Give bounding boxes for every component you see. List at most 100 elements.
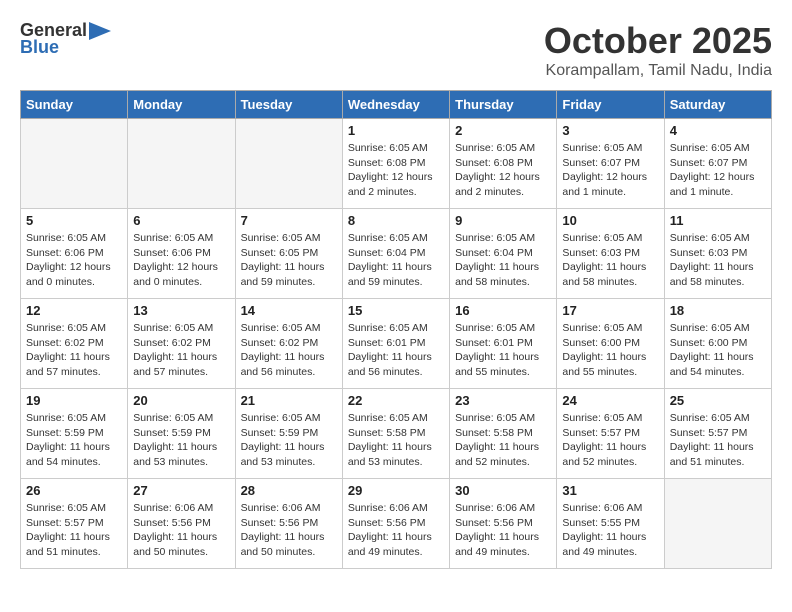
calendar-week-row: 26Sunrise: 6:05 AMSunset: 5:57 PMDayligh…	[21, 479, 772, 569]
day-detail: Sunrise: 6:05 AMSunset: 6:01 PMDaylight:…	[348, 321, 444, 380]
calendar-week-row: 19 Sunrise: 6:05 AMSunset: 5:59 PMDayligh…	[21, 389, 772, 479]
col-saturday: Saturday	[664, 91, 771, 119]
day-number: 23	[455, 393, 551, 408]
calendar-subtitle: Korampallam, Tamil Nadu, India	[544, 62, 772, 80]
table-row: 19Sunrise: 6:05 AMSunset: 5:59 PMDayligh…	[21, 389, 128, 479]
table-row: 25 Sunrise: 6:05 AMSunset: 5:57 PMDayligh…	[664, 389, 771, 479]
day-detail: Sunrise: 6:05 AMSunset: 6:08 PMDaylight:…	[455, 141, 551, 200]
day-detail: Sunrise: 6:05 AMSunset: 6:02 PMDaylight:…	[241, 321, 337, 380]
col-thursday: Thursday	[450, 91, 557, 119]
table-row: 30 Sunrise: 6:06 AMSunset: 5:56 PMDayligh…	[450, 479, 557, 569]
table-row: 24Sunrise: 6:05 AMSunset: 5:57 PMDayligh…	[557, 389, 664, 479]
table-row: 8 Sunrise: 6:05 AMSunset: 6:04 PMDaylight…	[342, 209, 449, 299]
title-block: October 2025 Korampallam, Tamil Nadu, In…	[544, 20, 772, 80]
calendar-title: October 2025	[544, 20, 772, 62]
table-row: 23 Sunrise: 6:05 AMSunset: 5:58 PMDayligh…	[450, 389, 557, 479]
table-row: 7 Sunrise: 6:05 AMSunset: 6:05 PMDaylight…	[235, 209, 342, 299]
day-number: 13	[133, 303, 229, 318]
calendar-week-row: 5Sunrise: 6:05 AMSunset: 6:06 PMDaylight…	[21, 209, 772, 299]
day-detail: Sunrise: 6:05 AMSunset: 6:00 PMDaylight:…	[562, 321, 658, 380]
day-number: 28	[241, 483, 337, 498]
table-row: 3 Sunrise: 6:05 AMSunset: 6:07 PMDaylight…	[557, 119, 664, 209]
day-number: 31	[562, 483, 658, 498]
day-header-row: Sunday Monday Tuesday Wednesday Thursday…	[21, 91, 772, 119]
day-number: 11	[670, 213, 766, 228]
calendar-week-row: 1 Sunrise: 6:05 AMSunset: 6:08 PMDaylight…	[21, 119, 772, 209]
day-number: 9	[455, 213, 551, 228]
day-detail: Sunrise: 6:05 AMSunset: 6:06 PMDaylight:…	[133, 231, 229, 290]
table-row: 9 Sunrise: 6:05 AMSunset: 6:04 PMDaylight…	[450, 209, 557, 299]
table-row: 6Sunrise: 6:05 AMSunset: 6:06 PMDaylight…	[128, 209, 235, 299]
table-row	[235, 119, 342, 209]
table-row	[128, 119, 235, 209]
table-row	[664, 479, 771, 569]
day-detail: Sunrise: 6:05 AMSunset: 6:05 PMDaylight:…	[241, 231, 337, 290]
day-detail: Sunrise: 6:05 AMSunset: 5:59 PMDaylight:…	[241, 411, 337, 470]
table-row: 20Sunrise: 6:05 AMSunset: 5:59 PMDayligh…	[128, 389, 235, 479]
day-number: 25	[670, 393, 766, 408]
day-detail: Sunrise: 6:05 AMSunset: 6:08 PMDaylight:…	[348, 141, 444, 200]
col-monday: Monday	[128, 91, 235, 119]
table-row: 4 Sunrise: 6:05 AMSunset: 6:07 PMDaylight…	[664, 119, 771, 209]
logo-arrow-icon	[89, 22, 111, 40]
day-detail: Sunrise: 6:05 AMSunset: 6:06 PMDaylight:…	[26, 231, 122, 290]
table-row: 17Sunrise: 6:05 AMSunset: 6:00 PMDayligh…	[557, 299, 664, 389]
day-number: 22	[348, 393, 444, 408]
day-number: 4	[670, 123, 766, 138]
col-friday: Friday	[557, 91, 664, 119]
table-row: 11 Sunrise: 6:05 AMSunset: 6:03 PMDayligh…	[664, 209, 771, 299]
day-detail: Sunrise: 6:06 AMSunset: 5:56 PMDaylight:…	[241, 501, 337, 560]
col-sunday: Sunday	[21, 91, 128, 119]
day-detail: Sunrise: 6:06 AMSunset: 5:56 PMDaylight:…	[133, 501, 229, 560]
table-row: 1 Sunrise: 6:05 AMSunset: 6:08 PMDaylight…	[342, 119, 449, 209]
day-number: 16	[455, 303, 551, 318]
day-number: 15	[348, 303, 444, 318]
table-row: 5Sunrise: 6:05 AMSunset: 6:06 PMDaylight…	[21, 209, 128, 299]
day-number: 21	[241, 393, 337, 408]
day-number: 18	[670, 303, 766, 318]
day-number: 7	[241, 213, 337, 228]
table-row: 10Sunrise: 6:05 AMSunset: 6:03 PMDayligh…	[557, 209, 664, 299]
day-number: 24	[562, 393, 658, 408]
table-row: 28 Sunrise: 6:06 AMSunset: 5:56 PMDayligh…	[235, 479, 342, 569]
day-detail: Sunrise: 6:05 AMSunset: 6:03 PMDaylight:…	[670, 231, 766, 290]
day-number: 20	[133, 393, 229, 408]
day-number: 10	[562, 213, 658, 228]
table-row: 13 Sunrise: 6:05 AMSunset: 6:02 PMDayligh…	[128, 299, 235, 389]
table-row: 21 Sunrise: 6:05 AMSunset: 5:59 PMDayligh…	[235, 389, 342, 479]
day-detail: Sunrise: 6:05 AMSunset: 6:07 PMDaylight:…	[562, 141, 658, 200]
day-detail: Sunrise: 6:05 AMSunset: 5:58 PMDaylight:…	[348, 411, 444, 470]
day-number: 29	[348, 483, 444, 498]
day-number: 30	[455, 483, 551, 498]
table-row: 31Sunrise: 6:06 AMSunset: 5:55 PMDayligh…	[557, 479, 664, 569]
day-detail: Sunrise: 6:05 AMSunset: 5:58 PMDaylight:…	[455, 411, 551, 470]
day-detail: Sunrise: 6:05 AMSunset: 6:04 PMDaylight:…	[348, 231, 444, 290]
table-row: 2Sunrise: 6:05 AMSunset: 6:08 PMDaylight…	[450, 119, 557, 209]
day-detail: Sunrise: 6:05 AMSunset: 6:02 PMDaylight:…	[133, 321, 229, 380]
logo: General Blue	[20, 20, 111, 58]
day-number: 8	[348, 213, 444, 228]
day-detail: Sunrise: 6:05 AMSunset: 5:57 PMDaylight:…	[670, 411, 766, 470]
day-detail: Sunrise: 6:05 AMSunset: 6:07 PMDaylight:…	[670, 141, 766, 200]
table-row: 16 Sunrise: 6:05 AMSunset: 6:01 PMDayligh…	[450, 299, 557, 389]
table-row	[21, 119, 128, 209]
calendar-table: Sunday Monday Tuesday Wednesday Thursday…	[20, 90, 772, 569]
logo-blue-text: Blue	[20, 37, 59, 58]
table-row: 26Sunrise: 6:05 AMSunset: 5:57 PMDayligh…	[21, 479, 128, 569]
day-number: 12	[26, 303, 122, 318]
table-row: 15 Sunrise: 6:05 AMSunset: 6:01 PMDayligh…	[342, 299, 449, 389]
day-detail: Sunrise: 6:05 AMSunset: 6:04 PMDaylight:…	[455, 231, 551, 290]
day-detail: Sunrise: 6:05 AMSunset: 6:01 PMDaylight:…	[455, 321, 551, 380]
day-detail: Sunrise: 6:05 AMSunset: 6:02 PMDaylight:…	[26, 321, 122, 380]
day-detail: Sunrise: 6:06 AMSunset: 5:56 PMDaylight:…	[348, 501, 444, 560]
table-row: 12 Sunrise: 6:05 AMSunset: 6:02 PMDayligh…	[21, 299, 128, 389]
table-row: 27Sunrise: 6:06 AMSunset: 5:56 PMDayligh…	[128, 479, 235, 569]
day-detail: Sunrise: 6:06 AMSunset: 5:56 PMDaylight:…	[455, 501, 551, 560]
calendar-week-row: 12 Sunrise: 6:05 AMSunset: 6:02 PMDayligh…	[21, 299, 772, 389]
day-number: 19	[26, 393, 122, 408]
day-number: 1	[348, 123, 444, 138]
day-number: 26	[26, 483, 122, 498]
day-number: 3	[562, 123, 658, 138]
day-detail: Sunrise: 6:05 AMSunset: 6:00 PMDaylight:…	[670, 321, 766, 380]
page-header: General Blue October 2025 Korampallam, T…	[20, 20, 772, 80]
